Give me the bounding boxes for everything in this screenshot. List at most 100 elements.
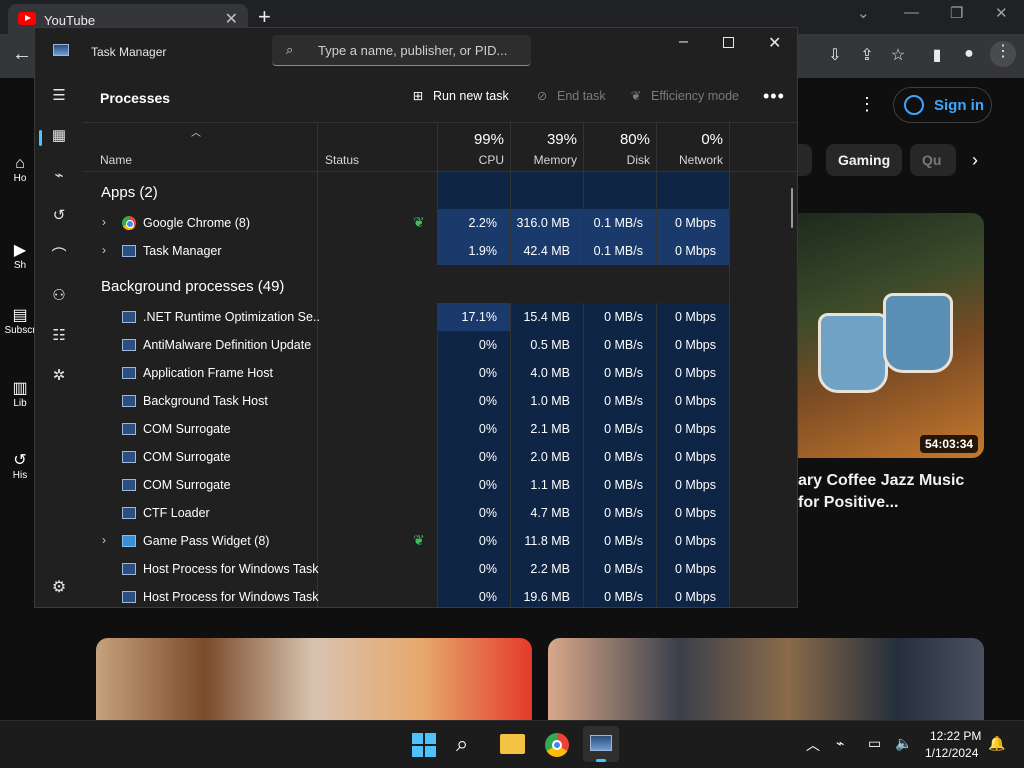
vertical-scrollbar[interactable] [791,188,793,228]
close-icon[interactable]: ✕ [768,33,781,53]
table-row[interactable]: CTF Loader 0% 4.7 MB 0 MB/s 0 Mbps [83,499,797,527]
page-title: Processes [100,90,171,106]
memory-value: 1.1 MB [530,478,570,492]
memory-value: 4.0 MB [530,366,570,380]
cpu-value: 0% [478,478,497,492]
chip-partial-2[interactable]: Qu [910,144,956,176]
install-icon[interactable]: ⇩ [824,45,846,67]
process-name: AntiMalware Definition Update [143,338,312,352]
network-offline-icon[interactable]: ⌁ [836,735,844,752]
chrome-taskbar-icon[interactable] [545,733,569,757]
column-header-disk[interactable]: 80% Disk [584,122,656,172]
chevron-right-icon[interactable]: › [102,215,106,229]
process-name: COM Surrogate [143,422,231,436]
table-row[interactable]: COM Surrogate 0% 2.1 MB 0 MB/s 0 Mbps [83,415,797,443]
efficiency-mode-button[interactable]: ❦ Efficiency mode [627,88,739,103]
network-value: 0 Mbps [675,534,716,548]
more-options-button[interactable]: ••• [763,86,785,107]
chevron-right-icon[interactable]: › [102,243,106,257]
display-icon[interactable]: ▭ [868,735,881,752]
app-history-icon[interactable]: ↺ [47,204,71,228]
cpu-value: 0% [478,562,497,576]
table-row[interactable]: Background Task Host 0% 1.0 MB 0 MB/s 0 Mbps [83,387,797,415]
table-row[interactable]: Host Process for Windows Tasks 0% 19.6 MB 0… [83,583,797,607]
settings-kebab-icon[interactable]: ⋮ [858,94,876,115]
process-icon [122,479,136,491]
disk-value: 0 MB/s [604,338,643,352]
process-name: CTF Loader [143,506,210,520]
task-manager-logo-icon [53,44,69,56]
table-row[interactable]: Host Process for Windows Tasks 0% 2.2 MB 0 … [83,555,797,583]
restore-icon[interactable]: ❐ [950,4,963,22]
end-task-icon: ⊘ [536,89,548,103]
table-row[interactable]: .NET Runtime Optimization Se... 17.1% 15.4… [83,303,797,331]
chevron-up-icon[interactable]: ︿ [806,735,820,755]
menu-kebab-icon[interactable]: ⋮ [990,41,1016,67]
task-manager-taskbar-button[interactable] [583,726,619,762]
search-input[interactable]: ⌕ Type a name, publisher, or PID... [272,35,531,66]
notification-bell-icon[interactable]: 🔔 [988,735,1005,752]
end-task-button[interactable]: ⊘ End task [533,88,606,103]
clock-date[interactable]: 1/12/2024 [925,746,978,760]
memory-value: 1.0 MB [530,394,570,408]
video-thumbnail[interactable] [96,638,532,720]
hamburger-menu-icon[interactable]: ☰ [47,84,71,108]
table-row[interactable]: AntiMalware Definition Update 0% 0.5 MB 0 M… [83,331,797,359]
file-explorer-icon[interactable] [500,734,525,754]
column-header-name[interactable]: ︿ Name [83,122,317,172]
clock-time[interactable]: 12:22 PM [930,729,981,743]
process-icon [122,395,136,407]
maximize-icon[interactable] [723,37,734,48]
process-name: .NET Runtime Optimization Se... [143,310,319,324]
search-icon[interactable]: ⌕ [456,731,468,757]
services-icon[interactable]: ✲ [47,364,71,388]
back-arrow-icon[interactable]: ← [12,43,32,66]
table-row[interactable]: › Google Chrome (8) ❦ 2.2% 316.0 MB 0.1 … [83,209,797,237]
settings-gear-icon[interactable]: ⚙ [47,576,71,600]
startup-apps-icon[interactable]: ⌒ [47,244,71,268]
network-value: 0 Mbps [675,310,716,324]
column-header-network[interactable]: 0% Network [657,122,729,172]
active-indicator [596,759,606,762]
chip-gaming[interactable]: Gaming [826,144,903,176]
share-icon[interactable]: ⇪ [856,45,878,67]
video-thumbnail[interactable] [798,213,984,458]
cpu-value: 0% [478,366,497,380]
column-header-cpu[interactable]: 99% CPU [438,122,510,172]
tab-close-icon[interactable]: ✕ [225,9,238,29]
disk-value: 0.1 MB/s [593,216,643,230]
column-label: Disk [626,153,650,167]
performance-icon[interactable]: ⌁ [47,164,71,188]
minimize-icon[interactable]: – [679,33,688,51]
column-header-status[interactable]: Status [318,122,437,172]
minimize-icon[interactable]: — [904,4,919,21]
users-icon[interactable]: ⚇ [47,284,71,308]
table-row[interactable]: COM Surrogate 0% 1.1 MB 0 MB/s 0 Mbps [83,471,797,499]
table-row[interactable]: COM Surrogate 0% 2.0 MB 0 MB/s 0 Mbps [83,443,797,471]
chevron-right-icon[interactable]: › [972,150,978,171]
table-row[interactable]: › Task Manager 1.9% 42.4 MB 0.1 MB/s 0 M… [83,237,797,265]
processes-icon[interactable]: ▦ [47,124,71,148]
chevron-right-icon[interactable]: › [102,533,106,547]
side-panel-icon[interactable]: ▮ [926,45,948,67]
table-row[interactable]: › Game Pass Widget (8) ❦ 0% 11.8 MB 0 MB/s 0 M… [83,527,797,555]
run-new-task-button[interactable]: ⊞ Run new task [409,88,509,103]
windows-start-icon[interactable] [412,733,436,757]
close-window-icon[interactable]: ✕ [995,4,1008,22]
tab-search-icon[interactable]: ⌄ [857,4,870,22]
profile-icon[interactable]: ● [958,45,980,67]
column-label: Network [678,153,723,167]
network-value: 0 Mbps [675,244,716,258]
process-name: Host Process for Windows Tasks [143,590,319,604]
video-thumbnail[interactable] [548,638,984,720]
process-name: Host Process for Windows Tasks [143,562,319,576]
video-title[interactable]: ary Coffee Jazz Music for Positive... [798,470,978,514]
table-row[interactable]: Application Frame Host 0% 4.0 MB 0 MB/s 0 Mb… [83,359,797,387]
sign-in-button[interactable]: Sign in [893,87,992,123]
details-icon[interactable]: ☷ [47,324,71,348]
volume-muted-icon[interactable]: 🔈 [895,735,912,752]
column-header-memory[interactable]: 39% Memory [511,122,583,172]
memory-value: 11.8 MB [524,534,570,548]
process-icon [122,367,136,379]
bookmark-star-icon[interactable]: ☆ [887,45,909,67]
